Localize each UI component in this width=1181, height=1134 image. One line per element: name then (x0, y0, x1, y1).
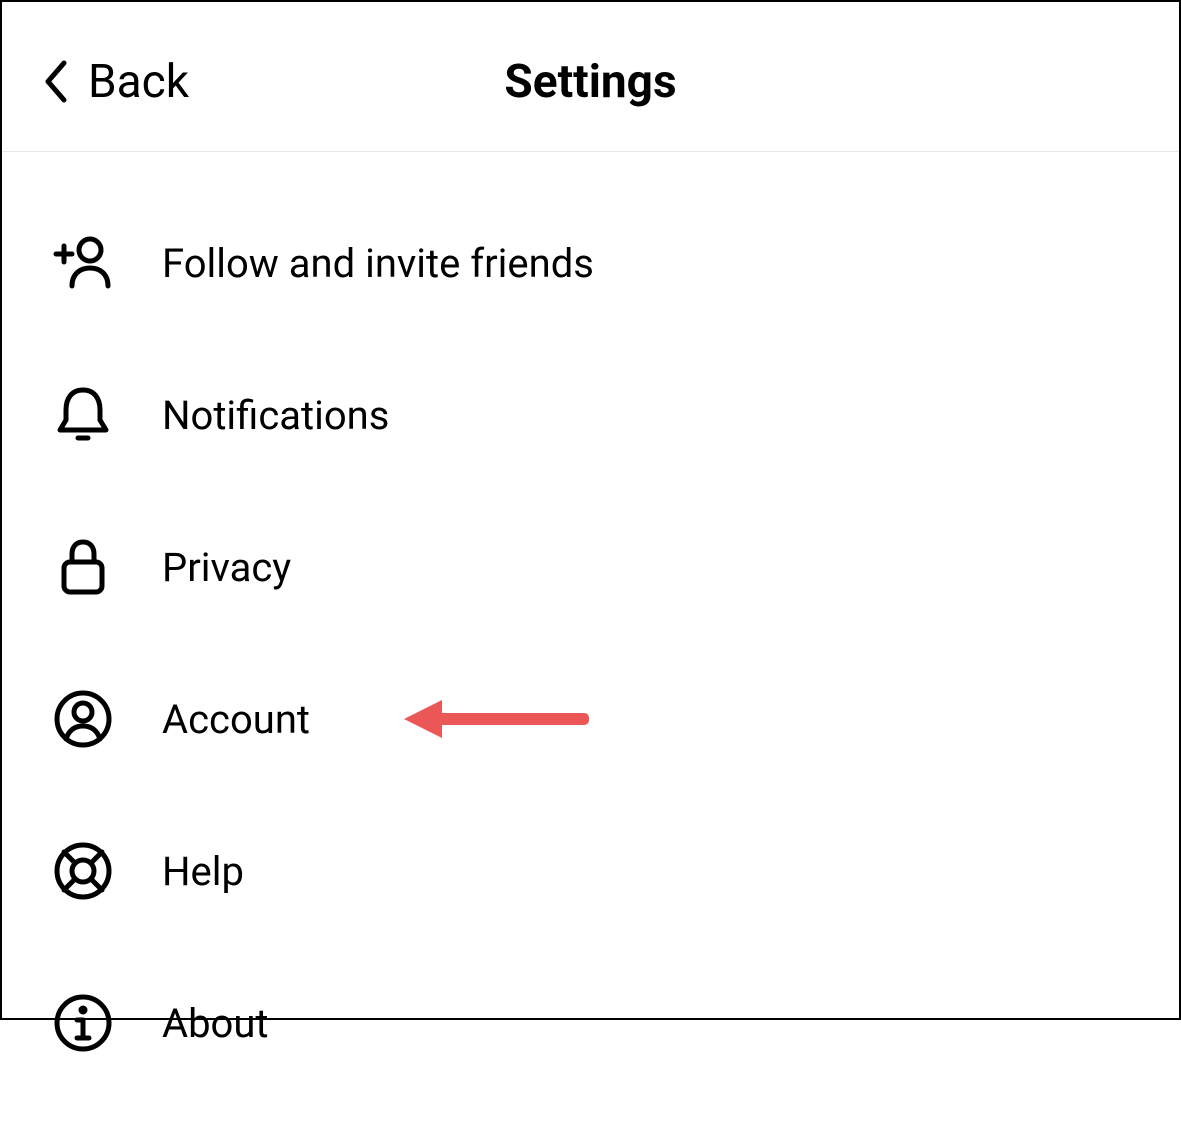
settings-item-account[interactable]: Account (52, 643, 1129, 795)
settings-item-label: Account (162, 696, 310, 743)
back-button[interactable]: Back (42, 55, 189, 109)
lock-icon (52, 536, 114, 598)
settings-item-label: About (162, 1000, 269, 1047)
settings-item-label: Privacy (162, 544, 291, 591)
info-icon (52, 992, 114, 1054)
settings-item-label: Notifications (162, 392, 389, 439)
add-person-icon (52, 232, 114, 294)
settings-item-follow-invite[interactable]: Follow and invite friends (52, 187, 1129, 339)
annotation-arrow (404, 698, 589, 740)
header: Back Settings (2, 2, 1179, 152)
lifebuoy-icon (52, 840, 114, 902)
page-title: Settings (504, 55, 676, 109)
settings-item-notifications[interactable]: Notifications (52, 339, 1129, 491)
settings-item-about[interactable]: About (52, 947, 1129, 1099)
chevron-left-icon (42, 59, 70, 104)
settings-list: Follow and invite friends Notifications … (2, 152, 1179, 1134)
account-icon (52, 688, 114, 750)
settings-item-label: Help (162, 848, 244, 895)
settings-item-help[interactable]: Help (52, 795, 1129, 947)
back-label: Back (88, 55, 189, 109)
settings-item-label: Follow and invite friends (162, 240, 594, 287)
bell-icon (52, 384, 114, 446)
settings-item-privacy[interactable]: Privacy (52, 491, 1129, 643)
